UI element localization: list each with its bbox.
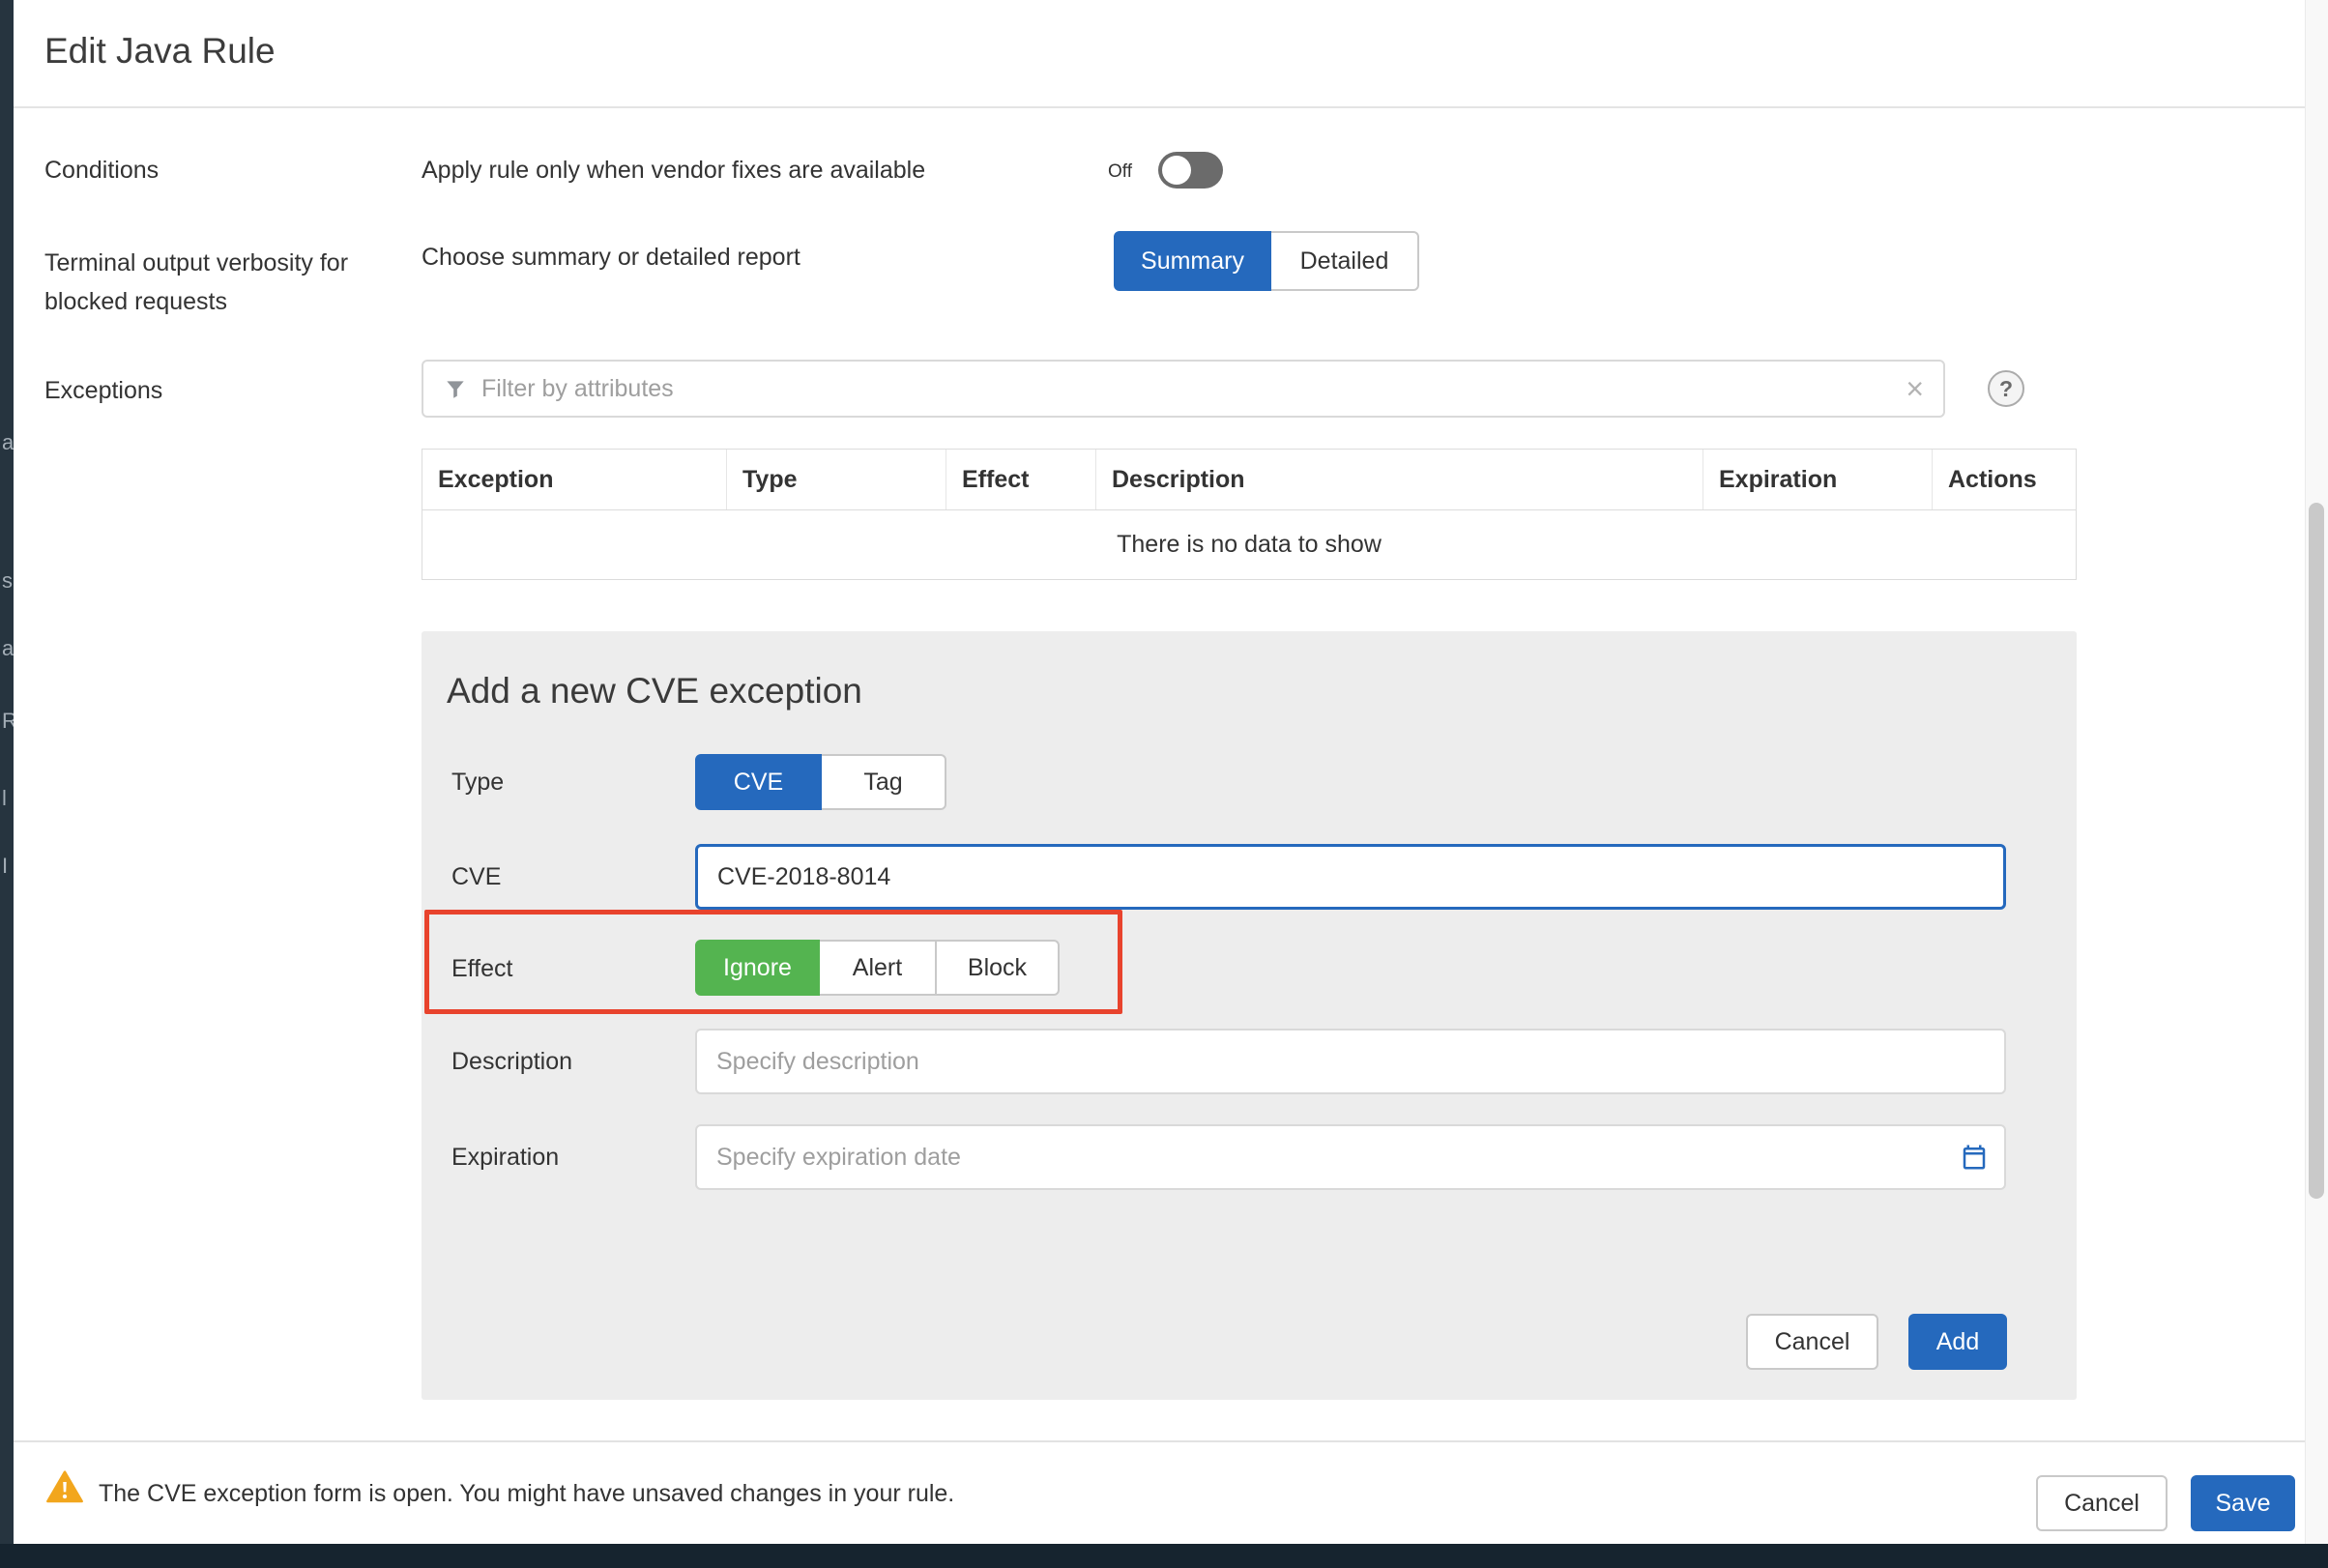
help-icon[interactable]: ? [1988, 370, 2024, 407]
table-header-effect: Effect [946, 450, 1096, 509]
toggle-state-label: Off [1108, 161, 1132, 183]
warning-icon [44, 1467, 85, 1506]
table-header-actions: Actions [1933, 450, 2076, 509]
report-type-segmented-control: Summary Detailed [1114, 231, 1419, 291]
edge-text-fragment: l [2, 786, 7, 811]
filter-funnel-icon [443, 376, 468, 401]
table-empty-message: There is no data to show [422, 510, 2076, 579]
edge-text-fragment: R [2, 709, 14, 734]
exception-cancel-button[interactable]: Cancel [1746, 1314, 1878, 1370]
save-button[interactable]: Save [2191, 1475, 2295, 1531]
cve-label: CVE [451, 863, 501, 891]
type-label: Type [451, 769, 504, 797]
background-left-edge: a s a R l I [0, 0, 14, 1568]
scrollbar-thumb[interactable] [2309, 503, 2324, 1199]
clear-filter-icon[interactable]: × [1906, 373, 1924, 404]
add-cve-exception-panel: Add a new CVE exception Type CVE Tag CVE… [422, 631, 2077, 1400]
edge-text-fragment: a [2, 430, 14, 455]
table-header-type: Type [727, 450, 946, 509]
effect-ignore-option[interactable]: Ignore [695, 940, 820, 996]
expiration-label: Expiration [451, 1144, 559, 1172]
exceptions-table: Exception Type Effect Description Expira… [422, 449, 2077, 580]
effect-block-option[interactable]: Block [935, 940, 1060, 996]
exception-add-button[interactable]: Add [1908, 1314, 2007, 1370]
panel-title: Add a new CVE exception [447, 671, 862, 711]
verbosity-label: Terminal output verbosity for blocked re… [44, 244, 364, 321]
edge-text-fragment: s [2, 568, 13, 594]
detailed-option[interactable]: Detailed [1269, 231, 1419, 291]
cancel-button[interactable]: Cancel [2036, 1475, 2168, 1531]
scrollbar-track[interactable] [2305, 0, 2328, 1544]
description-input[interactable] [695, 1029, 2006, 1094]
vendor-fixes-toggle[interactable] [1158, 152, 1223, 189]
edge-text-fragment: I [2, 854, 8, 879]
unsaved-changes-message: The CVE exception form is open. You migh… [99, 1480, 954, 1508]
table-header-description: Description [1096, 450, 1703, 509]
exceptions-label: Exceptions [44, 377, 162, 405]
effect-alert-option[interactable]: Alert [818, 940, 937, 996]
modal-header: Edit Java Rule [14, 0, 2305, 108]
cve-input[interactable] [695, 844, 2006, 910]
table-header-row: Exception Type Effect Description Expira… [422, 450, 2076, 510]
conditions-description: Apply rule only when vendor fixes are av… [422, 157, 925, 185]
description-label: Description [451, 1048, 572, 1076]
background-bottom-edge [0, 1544, 2328, 1568]
summary-option[interactable]: Summary [1114, 231, 1271, 291]
exceptions-filter-input[interactable] [481, 375, 1892, 403]
type-cve-option[interactable]: CVE [695, 754, 822, 810]
exceptions-filter-box: × [422, 360, 1945, 418]
footer-bar: The CVE exception form is open. You migh… [14, 1440, 2305, 1544]
verbosity-description: Choose summary or detailed report [422, 244, 800, 272]
type-tag-option[interactable]: Tag [820, 754, 946, 810]
edge-text-fragment: a [2, 636, 14, 661]
table-header-expiration: Expiration [1703, 450, 1933, 509]
expiration-field [695, 1124, 2006, 1190]
table-header-exception: Exception [422, 450, 727, 509]
toggle-knob [1162, 156, 1191, 185]
page-title: Edit Java Rule [44, 31, 276, 72]
effect-segmented-control: Ignore Alert Block [695, 940, 1060, 996]
calendar-icon[interactable] [1960, 1143, 1989, 1172]
type-segmented-control: CVE Tag [695, 754, 946, 810]
effect-label: Effect [451, 955, 512, 983]
expiration-input[interactable] [695, 1124, 2006, 1190]
conditions-label: Conditions [44, 157, 159, 185]
